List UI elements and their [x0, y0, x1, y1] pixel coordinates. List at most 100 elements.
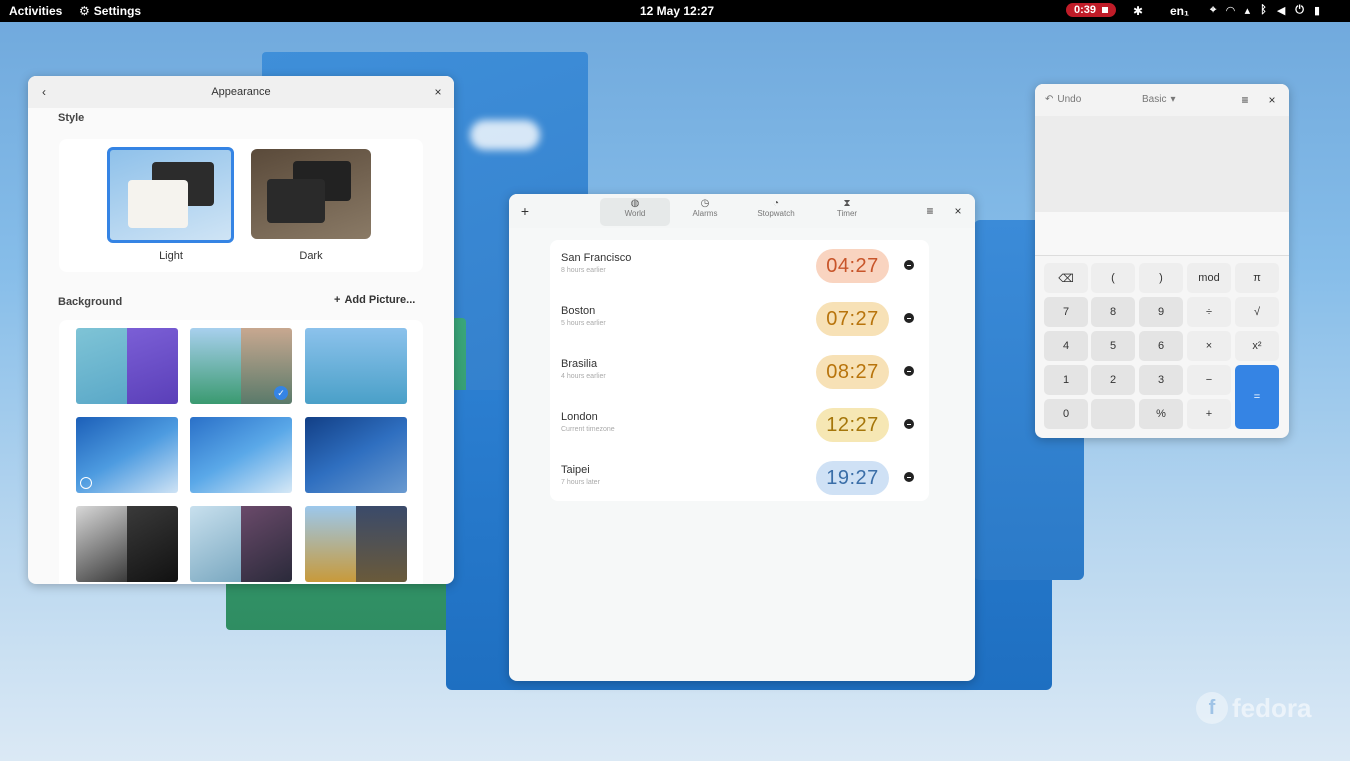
city-offset: 5 hours earlier: [561, 320, 606, 327]
digit-9-key[interactable]: 9: [1139, 297, 1183, 327]
add-picture-button[interactable]: + Add Picture...: [334, 294, 415, 306]
back-icon[interactable]: ‹: [36, 84, 52, 100]
decimal-key[interactable]: [1091, 399, 1135, 429]
background-thumbnail-selected[interactable]: ✓: [190, 328, 292, 404]
fedora-watermark: f fedora: [1196, 692, 1311, 724]
activities-button[interactable]: Activities: [9, 4, 62, 18]
list-item[interactable]: London Current timezone 12:27: [550, 399, 929, 452]
tab-alarms[interactable]: ◷ Alarms: [670, 198, 740, 226]
style-dark-option[interactable]: [251, 149, 371, 239]
city-name: Boston: [561, 305, 596, 317]
remove-icon[interactable]: [904, 260, 914, 270]
time-of-day-icon: [80, 477, 92, 489]
digit-5-key[interactable]: 5: [1091, 331, 1135, 361]
background-section-title: Background: [58, 296, 123, 308]
mode-dropdown[interactable]: Basic ▾: [1142, 94, 1175, 105]
close-icon[interactable]: ×: [950, 203, 966, 219]
calculator-history: [1035, 116, 1289, 212]
clocks-header: + ◍ World ◷ Alarms ◔ Stopwatch ⧗ Timer ≡…: [509, 194, 975, 228]
undo-label: Undo: [1057, 94, 1082, 105]
style-section-title: Style: [58, 112, 85, 124]
clocks-window: + ◍ World ◷ Alarms ◔ Stopwatch ⧗ Timer ≡…: [509, 194, 975, 681]
background-thumbnail[interactable]: [76, 506, 178, 582]
alarm-icon: ◷: [700, 198, 710, 209]
app-name: Settings: [93, 4, 142, 18]
city-name: San Francisco: [561, 252, 632, 264]
digit-0-key[interactable]: 0: [1044, 399, 1088, 429]
check-icon: ✓: [274, 386, 288, 400]
minus-key[interactable]: −: [1187, 365, 1231, 395]
keyboard-layout-indicator[interactable]: en₁: [1170, 4, 1189, 18]
calculator-entry[interactable]: [1035, 212, 1289, 256]
style-light-option[interactable]: [107, 147, 234, 243]
tab-timer[interactable]: ⧗ Timer: [812, 198, 882, 226]
close-icon[interactable]: ×: [430, 84, 446, 100]
close-paren-key[interactable]: ): [1139, 263, 1183, 293]
dark-label: Dark: [299, 250, 323, 262]
background-thumbnail[interactable]: [305, 328, 407, 404]
undo-icon: ↶: [1045, 94, 1054, 105]
timer-icon: ⧗: [843, 198, 851, 209]
close-icon[interactable]: ×: [1264, 92, 1280, 108]
digit-2-key[interactable]: 2: [1091, 365, 1135, 395]
digit-4-key[interactable]: 4: [1044, 331, 1088, 361]
list-item[interactable]: Boston 5 hours earlier 07:27: [550, 293, 929, 346]
remove-icon[interactable]: [904, 366, 914, 376]
plus-icon: +: [334, 294, 341, 306]
background-thumbnail[interactable]: [190, 506, 292, 582]
app-menu[interactable]: ⚙ Settings: [79, 4, 141, 18]
fedora-logo-icon: f: [1196, 692, 1228, 724]
list-item[interactable]: Brasilia 4 hours earlier 08:27: [550, 346, 929, 399]
sqrt-key[interactable]: √: [1235, 297, 1279, 327]
tab-label: World: [624, 209, 646, 218]
screen-recording-indicator[interactable]: 0:39: [1066, 3, 1117, 17]
remove-icon[interactable]: [904, 472, 914, 482]
power-icon: ⏻: [1295, 4, 1304, 16]
undo-button[interactable]: ↶ Undo: [1045, 94, 1081, 105]
tab-label: Alarms: [692, 209, 718, 218]
wallpaper-cloud: [470, 120, 540, 150]
percent-key[interactable]: %: [1139, 399, 1183, 429]
time-badge: 08:27: [816, 355, 889, 389]
mod-key[interactable]: mod: [1187, 263, 1231, 293]
plus-key[interactable]: +: [1187, 399, 1231, 429]
digit-8-key[interactable]: 8: [1091, 297, 1135, 327]
background-thumbnail[interactable]: [305, 417, 407, 493]
tab-stopwatch[interactable]: ◔ Stopwatch: [741, 198, 811, 226]
clock-button[interactable]: 12 May 12:27: [640, 4, 714, 18]
calculator-window: ↶ Undo Basic ▾ ≡ × ⌫ ( ) mod π 7 8 9 ÷ √…: [1035, 84, 1289, 438]
add-icon[interactable]: +: [517, 203, 533, 219]
digit-7-key[interactable]: 7: [1044, 297, 1088, 327]
background-thumbnail[interactable]: [305, 506, 407, 582]
chevron-down-icon: ▾: [1170, 94, 1176, 105]
remove-icon[interactable]: [904, 313, 914, 323]
background-thumbnail[interactable]: [190, 417, 292, 493]
backspace-key[interactable]: ⌫: [1044, 263, 1088, 293]
accessibility-icon[interactable]: ✱: [1133, 4, 1143, 18]
globe-icon: ◍: [630, 198, 640, 209]
menu-icon[interactable]: ≡: [1237, 92, 1253, 108]
city-name: Brasilia: [561, 358, 598, 370]
equals-key[interactable]: =: [1235, 365, 1279, 429]
divide-key[interactable]: ÷: [1187, 297, 1231, 327]
remove-icon[interactable]: [904, 419, 914, 429]
multiply-key[interactable]: ×: [1187, 331, 1231, 361]
background-thumbnail[interactable]: [76, 328, 178, 404]
digit-3-key[interactable]: 3: [1139, 365, 1183, 395]
tab-world[interactable]: ◍ World: [600, 198, 670, 226]
digit-1-key[interactable]: 1: [1044, 365, 1088, 395]
list-item[interactable]: San Francisco 8 hours earlier 04:27: [550, 240, 929, 293]
city-name: Taipei: [561, 464, 590, 476]
city-offset: 7 hours later: [561, 479, 600, 486]
list-item[interactable]: Taipei 7 hours later 19:27: [550, 452, 929, 505]
open-paren-key[interactable]: (: [1091, 263, 1135, 293]
tab-label: Stopwatch: [757, 209, 795, 218]
digit-6-key[interactable]: 6: [1139, 331, 1183, 361]
background-thumbnail[interactable]: [76, 417, 178, 493]
system-tray[interactable]: ⌖ ◠ ▴ ᛒ ◀ ⏻ ▮: [1210, 4, 1320, 17]
pi-key[interactable]: π: [1235, 263, 1279, 293]
preview-window: [267, 179, 325, 223]
location-icon: ⌖: [1210, 4, 1217, 16]
square-key[interactable]: x²: [1235, 331, 1279, 361]
menu-icon[interactable]: ≡: [922, 203, 938, 219]
